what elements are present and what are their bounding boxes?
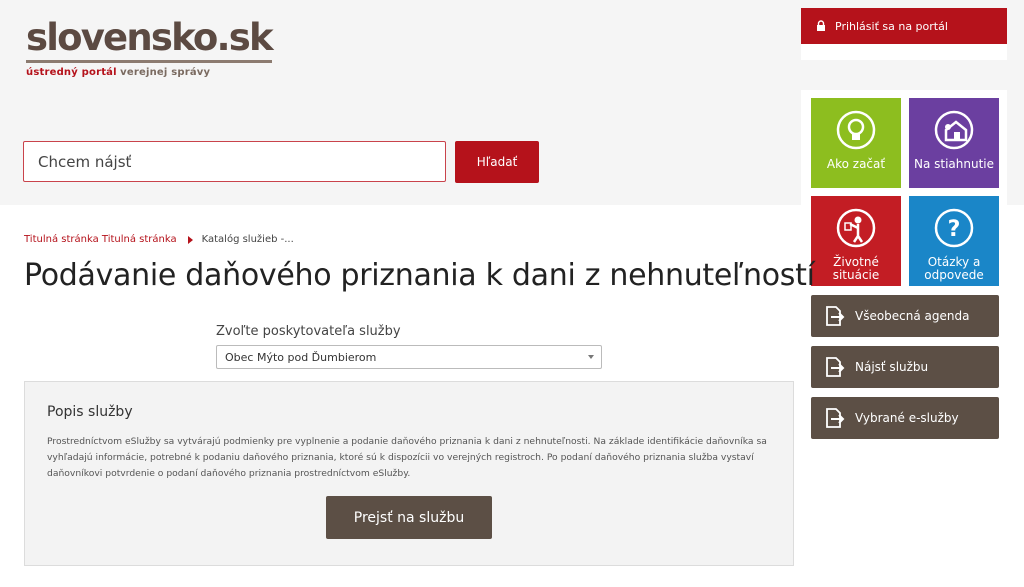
logo-subtitle-part2: verejnej správy xyxy=(120,67,211,78)
download-house-icon xyxy=(934,110,974,150)
side-button-label: Všeobecná agenda xyxy=(855,309,970,323)
description-text: Prostredníctvom eSlužby sa vytvárajú pod… xyxy=(47,436,767,479)
side-button-najst-sluzbu[interactable]: Nájsť službu xyxy=(811,346,999,388)
login-button[interactable]: Prihlásiť sa na portál xyxy=(801,8,1007,44)
tile-label: Na stiahnutie xyxy=(913,157,995,171)
document-arrow-icon xyxy=(826,408,845,428)
logo-subtitle-part1: ústredný portál xyxy=(26,67,117,78)
tile-label: Ako začať xyxy=(826,157,886,171)
provider-label: Zvoľte poskytovateľa služby xyxy=(216,324,401,339)
provider-select[interactable]: Obec Mýto pod Ďumbierom xyxy=(216,345,602,369)
side-button-label: Vybrané e-služby xyxy=(855,411,959,425)
side-button-label: Nájsť službu xyxy=(855,360,929,374)
breadcrumb-current: Katalóg služieb -... xyxy=(201,234,294,245)
lock-icon xyxy=(817,20,825,31)
side-button-vseobecna-agenda[interactable]: Všeobecná agenda xyxy=(811,295,999,337)
site-logo[interactable]: slovensko.sk ústredný portál verejnej sp… xyxy=(26,18,276,78)
search-button[interactable]: Hľadať xyxy=(455,141,539,183)
lightbulb-icon xyxy=(836,110,876,150)
tile-otazky-a-odpovede[interactable]: ? Otázky a odpovede xyxy=(909,196,999,286)
document-arrow-icon xyxy=(826,306,845,326)
document-arrow-icon xyxy=(826,357,845,377)
logo-subtitle: ústredný portál verejnej správy xyxy=(26,67,276,78)
logo-underline xyxy=(26,60,272,63)
question-icon: ? xyxy=(934,208,974,248)
page-title: Podávanie daňového priznania k dani z ne… xyxy=(24,258,815,293)
provider-selected-value: Obec Mýto pod Ďumbierom xyxy=(225,350,377,364)
tile-zivotne-situacie[interactable]: Životné situácie xyxy=(811,196,901,286)
go-to-service-button[interactable]: Prejsť na službu xyxy=(326,496,492,539)
breadcrumb-separator-icon xyxy=(187,235,193,244)
search-input[interactable] xyxy=(23,141,446,182)
tile-label: Životné situácie xyxy=(832,255,880,282)
login-label: Prihlásiť sa na portál xyxy=(835,19,948,33)
breadcrumb-home-link[interactable]: Titulná stránka Titulná stránka xyxy=(24,234,177,245)
side-button-vybrane-e-sluzby[interactable]: Vybrané e-služby xyxy=(811,397,999,439)
svg-text:?: ? xyxy=(948,217,961,242)
tile-ako-zacat[interactable]: Ako začať xyxy=(811,98,901,188)
breadcrumb: Titulná stránka Titulná stránka Katalóg … xyxy=(24,234,294,245)
chevron-down-icon xyxy=(588,355,594,359)
person-icon xyxy=(836,208,876,248)
login-panel: Prihlásiť sa na portál xyxy=(801,8,1007,60)
description-title: Popis služby xyxy=(47,404,133,420)
tile-label: Otázky a odpovede xyxy=(924,255,984,282)
service-description-panel: Popis služby Prostredníctvom eSlužby sa … xyxy=(24,381,794,566)
tile-na-stiahnutie[interactable]: Na stiahnutie xyxy=(909,98,999,188)
logo-text: slovensko.sk xyxy=(26,16,274,59)
